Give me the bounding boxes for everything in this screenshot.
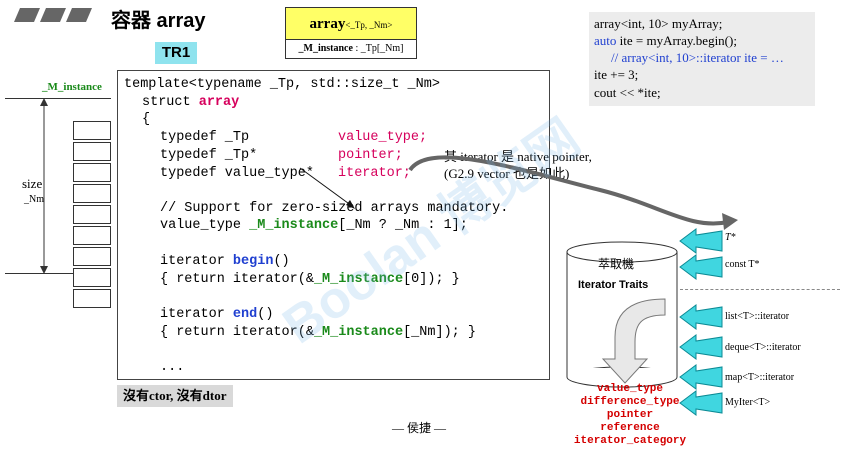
cyan-arrow-icon <box>679 228 723 254</box>
cyan-arrow-icon <box>679 304 723 330</box>
trait-input-deque-iterator: deque<T>::iterator <box>725 342 801 353</box>
cyan-arrow-icon <box>679 364 723 390</box>
trait-iterator-category: iterator_category <box>573 435 687 447</box>
trait-input-myiter: MyIter<T> <box>725 397 771 408</box>
cyan-arrow-icon <box>679 334 723 360</box>
cyan-arrow-icon <box>679 254 723 280</box>
traits-area: 萃取機 Iterator Traits value_type differenc… <box>560 205 840 451</box>
traits-box-name: Iterator Traits <box>578 279 649 291</box>
trait-input-const-t-ptr: const T* <box>725 259 760 270</box>
cyan-arrow-icon <box>679 390 723 416</box>
trait-reference: reference <box>600 422 660 434</box>
traits-bend-arrow <box>601 298 666 384</box>
trait-input-t-ptr: T* <box>725 232 736 243</box>
traits-divider <box>680 289 840 290</box>
trait-input-map-iterator: map<T>::iterator <box>725 372 795 383</box>
traits-box-title: 萃取機 <box>598 257 635 271</box>
trait-input-list-iterator: list<T>::iterator <box>725 311 790 322</box>
